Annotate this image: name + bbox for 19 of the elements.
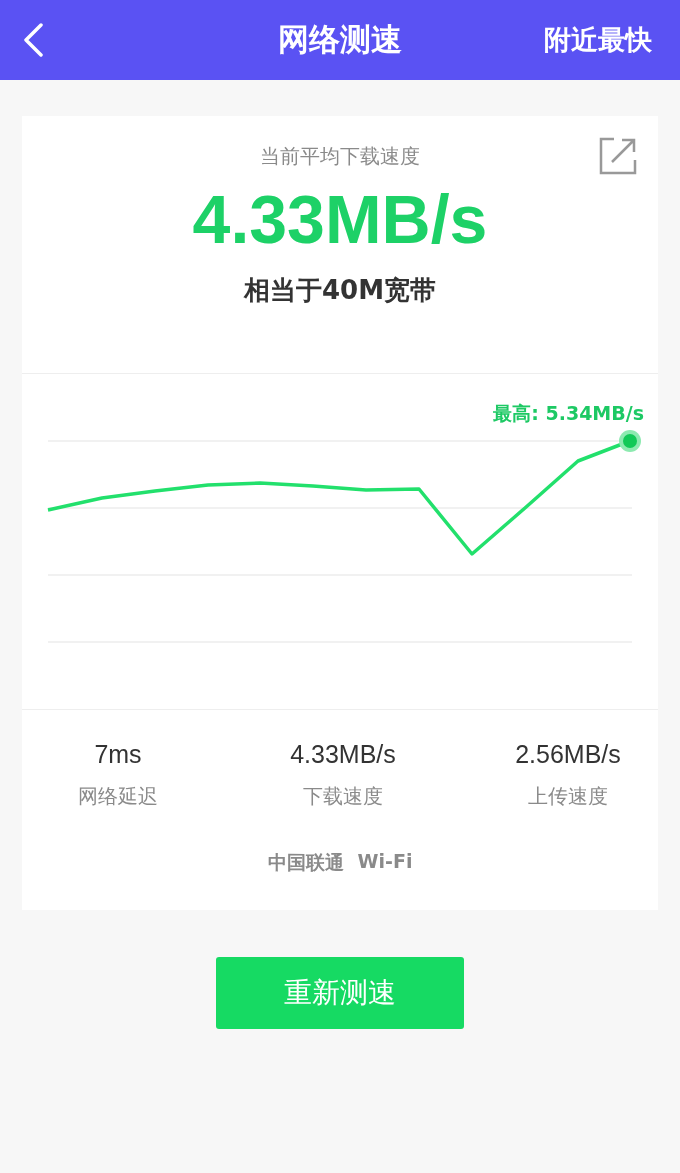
page-title: 网络测速	[278, 20, 402, 59]
peak-point	[619, 430, 641, 452]
bandwidth-equivalent: 相当于40M宽带	[243, 273, 437, 307]
average-speed: 4.33MB/s	[192, 182, 488, 257]
back-icon	[22, 23, 44, 57]
peak-speed-label: 最高: 5.34MB/s	[493, 401, 644, 426]
share-button[interactable]	[598, 136, 638, 176]
stat-label: 网络延迟	[78, 783, 158, 810]
network-type: Wi-Fi	[357, 850, 413, 874]
back-button[interactable]	[22, 23, 44, 57]
stat-label: 上传速度	[528, 783, 608, 810]
nearest-fastest-button[interactable]: 附近最快	[544, 18, 652, 62]
stat-label: 下载速度	[303, 783, 383, 810]
share-icon	[598, 136, 638, 176]
stat-value: 2.56MB/s	[515, 740, 621, 769]
carrier-name: 中国联通	[267, 850, 344, 875]
stat-value: 4.33MB/s	[290, 740, 396, 769]
speed-caption: 当前平均下载速度	[260, 143, 420, 170]
stat-value: 7ms	[94, 740, 142, 769]
